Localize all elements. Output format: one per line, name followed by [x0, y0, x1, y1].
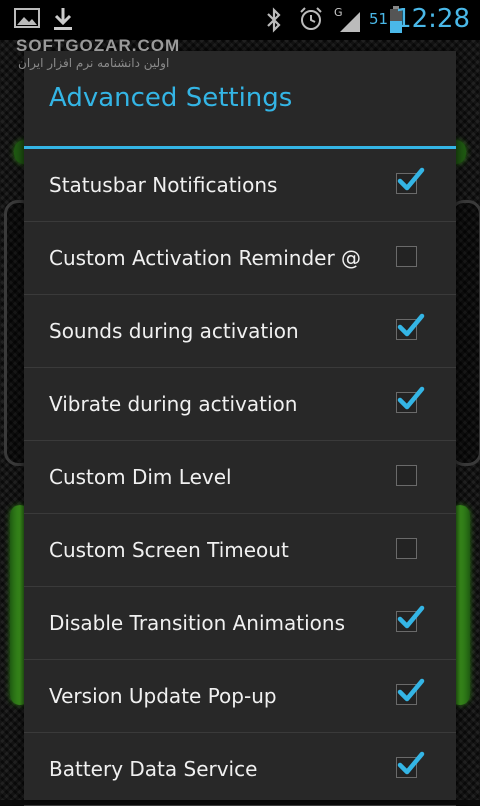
- bluetooth-icon: [264, 6, 284, 38]
- battery-level-text: 51: [369, 10, 389, 28]
- setting-row[interactable]: Version Update Pop-up: [24, 660, 456, 733]
- advanced-settings-dialog: Advanced Settings Statusbar Notification…: [24, 51, 456, 806]
- setting-checkbox[interactable]: [396, 605, 425, 632]
- setting-checkbox[interactable]: [396, 678, 425, 705]
- gallery-icon: [14, 6, 40, 34]
- setting-row[interactable]: Sounds during activation: [24, 295, 456, 368]
- setting-row[interactable]: Statusbar Notifications: [24, 149, 456, 222]
- setting-checkbox[interactable]: [396, 465, 417, 486]
- status-bar: G 51 12:28: [0, 0, 480, 40]
- checkmark-icon: [395, 383, 425, 417]
- setting-checkbox[interactable]: [396, 538, 417, 559]
- watermark-tagline: اولین دانشنامه نرم افزار ایران: [18, 56, 170, 70]
- clock-time: 12:28: [395, 4, 470, 34]
- setting-label: Disable Transition Animations: [49, 611, 346, 635]
- setting-checkbox[interactable]: [396, 167, 425, 194]
- settings-list: Statusbar Notifications Custom Activation…: [24, 149, 456, 806]
- checkmark-icon: [395, 748, 425, 782]
- checkmark-icon: [395, 164, 425, 198]
- alarm-icon: [298, 6, 324, 36]
- setting-label: Custom Screen Timeout: [49, 538, 289, 562]
- signal-icon: G: [334, 6, 364, 38]
- setting-label: Battery Data Service: [49, 757, 258, 781]
- dialog-title: Advanced Settings: [49, 83, 293, 113]
- svg-text:G: G: [334, 6, 343, 19]
- setting-row[interactable]: Disable Transition Animations: [24, 587, 456, 660]
- setting-label: Custom Dim Level: [49, 465, 232, 489]
- setting-label: Sounds during activation: [49, 319, 299, 343]
- setting-row[interactable]: Battery Data Service: [24, 733, 456, 806]
- setting-row[interactable]: Custom Activation Reminder @: [24, 222, 456, 295]
- checkmark-icon: [395, 602, 425, 636]
- setting-row[interactable]: Custom Dim Level: [24, 441, 456, 514]
- setting-label: Version Update Pop-up: [49, 684, 277, 708]
- setting-checkbox[interactable]: [396, 313, 425, 340]
- setting-checkbox[interactable]: [396, 246, 417, 267]
- checkmark-icon: [395, 310, 425, 344]
- setting-label: Custom Activation Reminder @: [49, 246, 362, 270]
- download-icon: [52, 6, 74, 36]
- setting-label: Statusbar Notifications: [49, 173, 278, 197]
- setting-checkbox[interactable]: [396, 751, 425, 778]
- checkmark-icon: [395, 675, 425, 709]
- setting-label: Vibrate during activation: [49, 392, 298, 416]
- watermark-brand: SOFTGOZAR.COM: [16, 36, 181, 55]
- setting-row[interactable]: Vibrate during activation: [24, 368, 456, 441]
- setting-row[interactable]: Custom Screen Timeout: [24, 514, 456, 587]
- setting-checkbox[interactable]: [396, 386, 425, 413]
